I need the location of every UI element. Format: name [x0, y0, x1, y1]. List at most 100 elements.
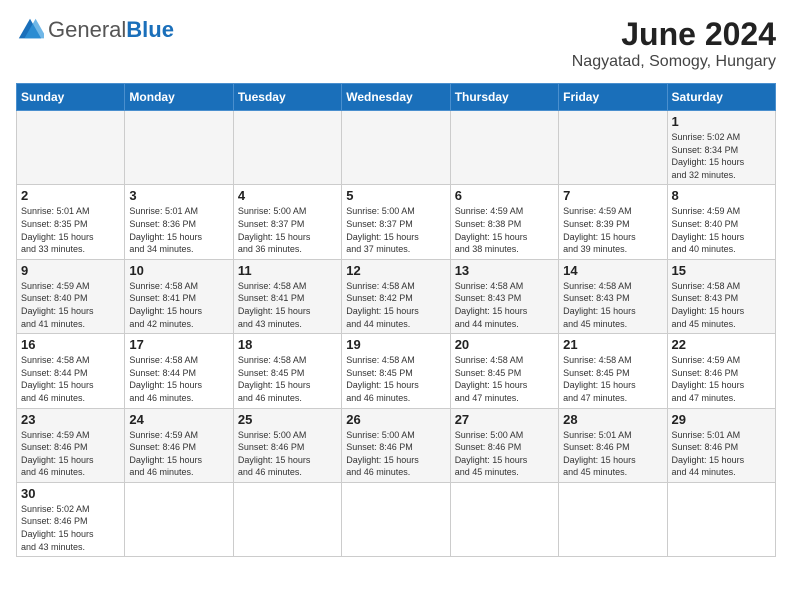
day-number: 29 [672, 412, 771, 427]
day-number: 13 [455, 263, 554, 278]
calendar-cell: 27 Sunrise: 5:00 AM Sunset: 8:46 PM Dayli… [450, 408, 558, 482]
calendar-week-5: 30Sunrise: 5:02 AM Sunset: 8:46 PM Dayli… [17, 482, 776, 556]
calendar-cell: 22Sunrise: 4:59 AM Sunset: 8:46 PM Dayli… [667, 334, 775, 408]
day-info: Sunrise: 4:58 AM Sunset: 8:43 PM Dayligh… [672, 280, 771, 330]
calendar-subtitle: Nagyatad, Somogy, Hungary [572, 53, 776, 71]
day-info: Sunrise: 4:59 AM Sunset: 8:38 PM Dayligh… [455, 205, 554, 255]
day-number: 12 [346, 263, 445, 278]
calendar-cell: 28 Sunrise: 5:01 AM Sunset: 8:46 PM Dayli… [559, 408, 667, 482]
calendar-cell: 14Sunrise: 4:58 AM Sunset: 8:43 PM Dayli… [559, 259, 667, 333]
day-number: 17 [129, 337, 228, 352]
day-number: 18 [238, 337, 337, 352]
day-number: 22 [672, 337, 771, 352]
day-info: Sunrise: 5:01 AM Sunset: 8:36 PM Dayligh… [129, 205, 228, 255]
day-number: 26 [346, 412, 445, 427]
day-info: Sunrise: 4:58 AM Sunset: 8:45 PM Dayligh… [346, 354, 445, 404]
calendar-cell [125, 482, 233, 556]
calendar-cell: 1 Sunrise: 5:02 AM Sunset: 8:34 PM Daylig… [667, 111, 775, 185]
weekday-header-wednesday: Wednesday [342, 84, 450, 111]
calendar-cell: 24 Sunrise: 4:59 AM Sunset: 8:46 PM Dayli… [125, 408, 233, 482]
calendar-cell: 11 Sunrise: 4:58 AM Sunset: 8:41 PM Dayli… [233, 259, 341, 333]
day-number: 28 [563, 412, 662, 427]
calendar-title: June 2024 [572, 16, 776, 53]
calendar-cell: 25 Sunrise: 5:00 AM Sunset: 8:46 PM Dayli… [233, 408, 341, 482]
calendar-cell: 23Sunrise: 4:59 AM Sunset: 8:46 PM Dayli… [17, 408, 125, 482]
calendar-cell: 6 Sunrise: 4:59 AM Sunset: 8:38 PM Daylig… [450, 185, 558, 259]
day-info: Sunrise: 4:59 AM Sunset: 8:40 PM Dayligh… [672, 205, 771, 255]
calendar-cell [450, 111, 558, 185]
calendar-cell: 26 Sunrise: 5:00 AM Sunset: 8:46 PM Dayli… [342, 408, 450, 482]
day-info: Sunrise: 4:58 AM Sunset: 8:43 PM Dayligh… [563, 280, 662, 330]
weekday-header-monday: Monday [125, 84, 233, 111]
day-info: Sunrise: 4:58 AM Sunset: 8:44 PM Dayligh… [21, 354, 120, 404]
day-info: Sunrise: 5:00 AM Sunset: 8:46 PM Dayligh… [238, 429, 337, 479]
day-info: Sunrise: 5:02 AM Sunset: 8:34 PM Dayligh… [672, 131, 771, 181]
calendar-cell: 7Sunrise: 4:59 AM Sunset: 8:39 PM Daylig… [559, 185, 667, 259]
day-number: 24 [129, 412, 228, 427]
day-info: Sunrise: 4:59 AM Sunset: 8:46 PM Dayligh… [129, 429, 228, 479]
calendar-cell [233, 482, 341, 556]
day-number: 30 [21, 486, 120, 501]
calendar-cell [233, 111, 341, 185]
day-info: Sunrise: 4:58 AM Sunset: 8:44 PM Dayligh… [129, 354, 228, 404]
day-number: 6 [455, 188, 554, 203]
calendar-week-2: 9Sunrise: 4:59 AM Sunset: 8:40 PM Daylig… [17, 259, 776, 333]
weekday-header-tuesday: Tuesday [233, 84, 341, 111]
calendar-cell [667, 482, 775, 556]
day-info: Sunrise: 4:58 AM Sunset: 8:45 PM Dayligh… [563, 354, 662, 404]
day-info: Sunrise: 5:00 AM Sunset: 8:46 PM Dayligh… [455, 429, 554, 479]
calendar-cell: 13 Sunrise: 4:58 AM Sunset: 8:43 PM Dayli… [450, 259, 558, 333]
calendar-cell: 19 Sunrise: 4:58 AM Sunset: 8:45 PM Dayli… [342, 334, 450, 408]
day-number: 25 [238, 412, 337, 427]
day-number: 5 [346, 188, 445, 203]
day-info: Sunrise: 5:01 AM Sunset: 8:46 PM Dayligh… [563, 429, 662, 479]
calendar-cell: 18 Sunrise: 4:58 AM Sunset: 8:45 PM Dayli… [233, 334, 341, 408]
day-number: 27 [455, 412, 554, 427]
day-number: 19 [346, 337, 445, 352]
day-info: Sunrise: 4:58 AM Sunset: 8:45 PM Dayligh… [238, 354, 337, 404]
weekday-header-thursday: Thursday [450, 84, 558, 111]
day-number: 4 [238, 188, 337, 203]
calendar-table: SundayMondayTuesdayWednesdayThursdayFrid… [16, 83, 776, 557]
calendar-cell [125, 111, 233, 185]
calendar-cell: 8Sunrise: 4:59 AM Sunset: 8:40 PM Daylig… [667, 185, 775, 259]
day-info: Sunrise: 4:58 AM Sunset: 8:41 PM Dayligh… [129, 280, 228, 330]
logo: GeneralBlue [16, 16, 174, 44]
calendar-cell: 30Sunrise: 5:02 AM Sunset: 8:46 PM Dayli… [17, 482, 125, 556]
calendar-week-4: 23 Sunrise: 4:59 AM Sunset: 8:46 PM Dayli… [17, 408, 776, 482]
calendar-cell: 10 Sunrise: 4:58 AM Sunset: 8:41 PM Dayli… [125, 259, 233, 333]
day-number: 23 [21, 412, 120, 427]
calendar-week-0: 1 Sunrise: 5:02 AM Sunset: 8:34 PM Daylig… [17, 111, 776, 185]
calendar-cell [559, 482, 667, 556]
day-info: Sunrise: 5:00 AM Sunset: 8:46 PM Dayligh… [346, 429, 445, 479]
day-number: 9 [21, 263, 120, 278]
calendar-cell: 4Sunrise: 5:00 AM Sunset: 8:37 PM Daylig… [233, 185, 341, 259]
calendar-header-row: SundayMondayTuesdayWednesdayThursdayFrid… [17, 84, 776, 111]
logo-icon [16, 16, 44, 44]
day-number: 1 [672, 114, 771, 129]
weekday-header-friday: Friday [559, 84, 667, 111]
calendar-cell [342, 482, 450, 556]
calendar-cell [342, 111, 450, 185]
day-number: 10 [129, 263, 228, 278]
page-header: GeneralBlue June 2024 Nagyatad, Somogy, … [16, 16, 776, 71]
weekday-header-saturday: Saturday [667, 84, 775, 111]
calendar-cell: 9Sunrise: 4:59 AM Sunset: 8:40 PM Daylig… [17, 259, 125, 333]
calendar-week-1: 2Sunrise: 5:01 AM Sunset: 8:35 PM Daylig… [17, 185, 776, 259]
calendar-cell: 21Sunrise: 4:58 AM Sunset: 8:45 PM Dayli… [559, 334, 667, 408]
day-info: Sunrise: 4:58 AM Sunset: 8:43 PM Dayligh… [455, 280, 554, 330]
calendar-cell [559, 111, 667, 185]
day-info: Sunrise: 4:58 AM Sunset: 8:42 PM Dayligh… [346, 280, 445, 330]
calendar-cell: 16Sunrise: 4:58 AM Sunset: 8:44 PM Dayli… [17, 334, 125, 408]
day-info: Sunrise: 4:58 AM Sunset: 8:41 PM Dayligh… [238, 280, 337, 330]
calendar-cell: 20Sunrise: 4:58 AM Sunset: 8:45 PM Dayli… [450, 334, 558, 408]
day-number: 11 [238, 263, 337, 278]
calendar-cell: 2Sunrise: 5:01 AM Sunset: 8:35 PM Daylig… [17, 185, 125, 259]
calendar-cell: 5Sunrise: 5:00 AM Sunset: 8:37 PM Daylig… [342, 185, 450, 259]
calendar-cell: 15 Sunrise: 4:58 AM Sunset: 8:43 PM Dayli… [667, 259, 775, 333]
day-number: 7 [563, 188, 662, 203]
day-info: Sunrise: 5:01 AM Sunset: 8:46 PM Dayligh… [672, 429, 771, 479]
day-number: 3 [129, 188, 228, 203]
day-number: 15 [672, 263, 771, 278]
calendar-cell: 12 Sunrise: 4:58 AM Sunset: 8:42 PM Dayli… [342, 259, 450, 333]
